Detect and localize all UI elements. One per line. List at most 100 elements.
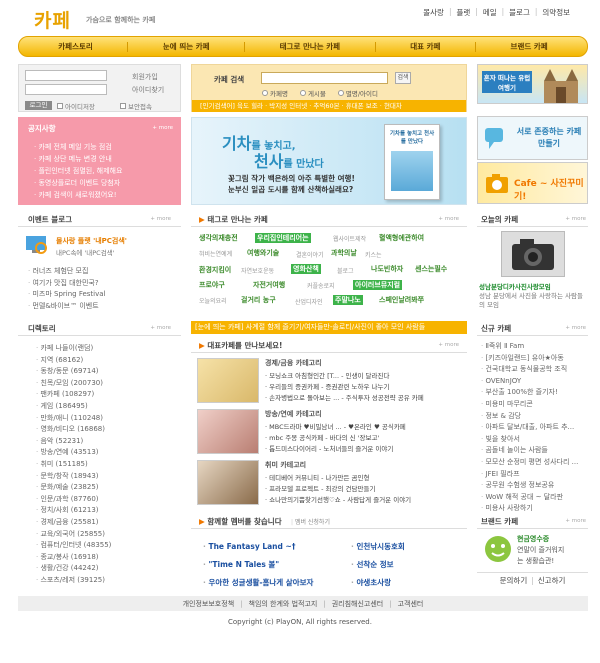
new-cafe-item[interactable]: 미용사 사랑하기	[481, 503, 587, 515]
notice-item[interactable]: 카페 전체 메일 기능 점검	[34, 141, 122, 153]
secure-login-checkbox[interactable]: 보안접속	[120, 101, 152, 111]
nav-tag-cafe[interactable]: 태그로 만나는 카페	[280, 41, 340, 52]
tag-link[interactable]: 아이러브뮤지컬	[353, 280, 403, 290]
new-cafe-item[interactable]: [키즈아일랜드] 유아★아동	[481, 353, 587, 365]
banner-europe-travel[interactable]: 혼자 떠나는 유럽여행기	[477, 64, 588, 104]
today-more-link[interactable]: + more	[565, 216, 586, 222]
member-cafe-link[interactable]: · 야생초사랑	[351, 574, 461, 592]
tag-link[interactable]: 생각의재충전	[199, 233, 238, 243]
tag-link[interactable]: 자연보호운동	[241, 266, 274, 275]
event-item[interactable]: 미즈마 Spring Festival	[28, 289, 105, 301]
rep-cafe-item[interactable]: · 쇼나만의기쁨찾기선행♡쇼 - 사람답게 즐거운 이야기	[265, 494, 463, 504]
report-link[interactable]: 신고하기	[538, 575, 566, 586]
directory-item[interactable]: 카페 나들이(랜덤)	[36, 343, 111, 355]
rep-category-title[interactable]: 경제/금융 카테고리	[265, 358, 322, 368]
directory-more-link[interactable]: + more	[150, 325, 171, 331]
directory-item[interactable]: 정치/사회 (61213)	[36, 505, 111, 517]
nav-cafe-story[interactable]: 카페스토리	[58, 41, 93, 52]
rep-cafe-item[interactable]: · 모닝쇼크 아침형인간 [T... - 인생이 달라진다	[265, 370, 463, 380]
event-item[interactable]: 러너즈 체험단 모집	[28, 266, 105, 278]
tag-more-link[interactable]: + more	[438, 216, 459, 222]
rep-cafe-item[interactable]: · MBC드라마 ♥비밀남녀 ... - ♥온라인 ♥ 공식카페	[265, 421, 463, 431]
new-cafe-item[interactable]: 아파트 달보/대출, 아파트 추...	[481, 422, 587, 434]
tag-link[interactable]: 혀비는연예계	[199, 249, 232, 258]
directory-item[interactable]: 경제/금융 (25581)	[36, 517, 111, 529]
member-cafe-link[interactable]: · 우아한 성글생활-홈나게 살아보자	[203, 574, 333, 592]
tag-link[interactable]: 주말나노	[333, 295, 363, 305]
tag-link[interactable]: 영화산책	[291, 264, 321, 274]
new-cafe-item[interactable]: OVENnJOY	[481, 376, 587, 388]
new-cafe-item[interactable]: 건국대학교 동식물공학 조직	[481, 364, 587, 376]
directory-item[interactable]: 팬카페 (108297)	[36, 389, 111, 401]
event-item[interactable]: 먼델&바이브™ 이벤트	[28, 301, 105, 313]
new-cafe-item[interactable]: Ⅱ죽위 Ⅱ Fam	[481, 341, 587, 353]
member-cafe-link[interactable]: · 선착순 정보	[351, 556, 461, 574]
banner-cafe-photo[interactable]: Cafe ~ 사진꾸미기!	[477, 162, 588, 204]
new-cafe-item[interactable]: 미용미 마무리콘	[481, 399, 587, 411]
login-button[interactable]: 로그인	[25, 101, 52, 110]
directory-item[interactable]: 문화/예술 (23825)	[36, 482, 111, 494]
event-item[interactable]: 여기가 맛집 대한민국?	[28, 278, 105, 290]
notice-item[interactable]: 플린인터넷 점멸된, 해제해요	[34, 165, 122, 177]
tag-link[interactable]: 웹사이트제작	[333, 234, 366, 243]
member-cafe-link[interactable]: · The Fantasy Land ~†	[203, 538, 333, 556]
notice-item[interactable]: 카페 검색이 새로워졌어요!	[34, 189, 122, 201]
rep-cafe-item[interactable]: · 톱드미스다이어리 - 노처녀들의 즐거운 이야기	[265, 443, 463, 453]
book-promo-banner[interactable]: 기차를 놓치고, 천사를 만났다 꽃그림 작가 백은하의 아주 특별한 여행! …	[191, 117, 467, 205]
nav-rep-cafe[interactable]: 대표 카페	[410, 41, 440, 52]
directory-item[interactable]: 만화/애니 (110248)	[36, 413, 111, 425]
rep-category-title[interactable]: 방송/연예 카테고리	[265, 409, 322, 419]
directory-item[interactable]: 취미 (151185)	[36, 459, 111, 471]
rep-cafe-thumbnail[interactable]	[197, 358, 259, 403]
directory-item[interactable]: 지역 (68162)	[36, 355, 111, 367]
tag-link[interactable]: 우리집인테리어는	[255, 233, 311, 243]
directory-item[interactable]: 인문/과학 (87760)	[36, 494, 111, 506]
tag-link[interactable]: 혈액형에관하여	[379, 233, 424, 243]
option-nickname[interactable]: 별명/아이디	[337, 88, 378, 98]
new-cafe-item[interactable]: 부산출 100%한 즐기자!	[481, 387, 587, 399]
top-link-flat[interactable]: 플랫	[456, 7, 470, 18]
directory-item[interactable]: 음악 (52231)	[36, 436, 111, 448]
directory-item[interactable]: 영화/비디오 (16868)	[36, 424, 111, 436]
tag-link[interactable]: 나도빈하자	[371, 264, 403, 274]
tag-link[interactable]: 과학의날	[331, 248, 357, 258]
tag-link[interactable]: 스페인날려봐쭈	[379, 295, 424, 305]
brand-more-link[interactable]: + more	[565, 518, 586, 524]
top-link-blog[interactable]: 블로그	[509, 7, 530, 18]
rep-cafe-item[interactable]: · 테디베어 커뮤니티 - 나가만든 곰인형	[265, 472, 463, 482]
directory-item[interactable]: 컴퓨터/인터넷 (48355)	[36, 540, 111, 552]
brand-promo-1[interactable]: 현금영수증	[517, 534, 549, 544]
notice-item[interactable]: 동영상플로더 이벤트 당첨자	[34, 177, 122, 189]
directory-item[interactable]: 문학/창작 (18943)	[36, 471, 111, 483]
new-cafe-item[interactable]: 모모산 순정미 평면 성사다리 ...	[481, 457, 587, 469]
option-cafe-name[interactable]: 카페명	[262, 88, 288, 98]
notice-more-link[interactable]: + more	[152, 125, 173, 131]
popular-keywords[interactable]: [인기검색어] 육도 힐라 · 박지성 인터넷 · 추억60본 · 휴대폰 보조…	[192, 100, 466, 112]
tag-link[interactable]: 환경지킴이	[199, 265, 231, 275]
notice-item[interactable]: 카페 상단 메뉴 변경 안내	[34, 153, 122, 165]
banner-respect-cafe[interactable]: 서로 존중하는 카페 만들기	[477, 116, 588, 160]
top-link-medical[interactable]: 의약정보	[542, 7, 570, 18]
directory-item[interactable]: 교육/외국어 (25855)	[36, 529, 111, 541]
rep-category-title[interactable]: 취미 카테고리	[265, 460, 306, 470]
nav-brand-cafe[interactable]: 브랜드 카페	[511, 41, 548, 52]
directory-item[interactable]: 동창/동문 (69714)	[36, 366, 111, 378]
password-input[interactable]	[25, 84, 107, 95]
new-cafe-item[interactable]: 빛을 찾아서	[481, 434, 587, 446]
rep-cafe-item[interactable]: · 손자병법으로 돌아보는 ... - 주식투자 성공전략 공유 카페	[265, 392, 463, 402]
member-apply-link[interactable]: | 멤버 신청하기	[291, 517, 330, 526]
tag-link[interactable]: 여행와기술	[247, 248, 279, 258]
new-cafe-item[interactable]: WoW 해적 공대 ~ 달라판	[481, 492, 587, 504]
new-cafe-item[interactable]: 정보 & 감당	[481, 411, 587, 423]
rep-cafe-thumbnail[interactable]	[197, 460, 259, 505]
tag-link[interactable]: 산업디자인	[295, 297, 323, 306]
tag-link[interactable]: 프로야구	[199, 280, 225, 290]
member-cafe-link[interactable]: · "Time N Tales 볼"	[203, 556, 333, 574]
privacy-policy-link[interactable]: 개인정보보호정책	[183, 599, 235, 609]
directory-item[interactable]: 친목/모임 (200730)	[36, 378, 111, 390]
new-cafe-item[interactable]: 공무원 수험생 정보공유	[481, 480, 587, 492]
tag-link[interactable]: 키스는	[365, 250, 382, 259]
directory-item[interactable]: 스포츠/레저 (39125)	[36, 575, 111, 587]
tag-link[interactable]: 결혼이야기	[296, 250, 324, 259]
directory-item[interactable]: 방송/연예 (43513)	[36, 447, 111, 459]
